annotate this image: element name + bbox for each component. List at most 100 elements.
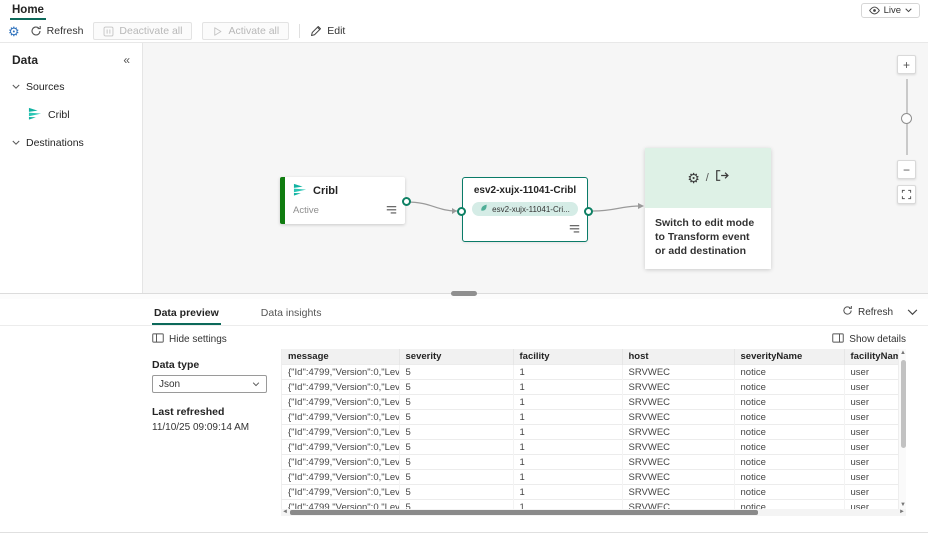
tree-item-destinations[interactable]: Destinations xyxy=(12,137,130,149)
pipeline-pill[interactable]: esv2-xujx-11041-Cri... xyxy=(472,202,578,216)
cribl-logo-icon xyxy=(293,183,307,199)
table-row[interactable]: {"Id":4799,"Version":0,"Level":0,"Tas51S… xyxy=(282,379,906,395)
vertical-scrollbar[interactable]: ▲ ▼ xyxy=(898,349,906,509)
table-row[interactable]: {"Id":4799,"Version":0,"Level":0,"Tas51S… xyxy=(282,499,906,509)
zoom-slider[interactable] xyxy=(900,79,912,155)
table-cell: SRVWEC xyxy=(622,409,735,425)
table-cell: SRVWEC xyxy=(622,499,735,509)
pipeline-pill-label: esv2-xujx-11041-Cri... xyxy=(492,204,570,214)
table-cell: 1 xyxy=(513,364,623,380)
last-refreshed-value: 11/10/25 09:09:14 AM xyxy=(152,422,250,433)
preview-settings-column: Hide settings Data type Json Last refres… xyxy=(152,326,281,532)
zoom-slider-handle[interactable] xyxy=(900,113,912,124)
source-node-status: Active xyxy=(293,204,319,216)
preview-table-body: {"Id":4799,"Version":0,"Level":0,"Tas51S… xyxy=(282,364,906,509)
activate-all-button[interactable]: Activate all xyxy=(202,22,290,40)
table-cell: 5 xyxy=(399,409,514,425)
scroll-right-arrow[interactable]: ► xyxy=(898,509,906,516)
app-window: Home Live ⚙ Refresh Deactivate all Activ… xyxy=(0,0,928,533)
tab-data-preview[interactable]: Data preview xyxy=(152,302,221,325)
deactivate-all-button[interactable]: Deactivate all xyxy=(93,22,193,40)
table-row[interactable]: {"Id":4799,"Version":0,"Level":0,"Tas51S… xyxy=(282,469,906,485)
edit-label: Edit xyxy=(327,25,346,37)
node-menu-icon[interactable] xyxy=(569,220,580,238)
table-cell: user xyxy=(844,379,906,395)
cribl-logo-icon xyxy=(28,107,42,123)
fit-to-screen-button[interactable] xyxy=(897,185,916,204)
splitter-grip[interactable] xyxy=(451,291,477,296)
table-cell: user xyxy=(844,469,906,485)
play-icon xyxy=(212,26,223,37)
table-cell: SRVWEC xyxy=(622,484,735,500)
table-cell: 1 xyxy=(513,379,623,395)
zoom-in-button[interactable]: + xyxy=(897,55,916,74)
output-port[interactable] xyxy=(402,197,411,206)
pause-icon xyxy=(103,26,114,37)
data-preview-panel: Data preview Data insights Refresh Hide … xyxy=(0,299,928,532)
edit-button[interactable]: Edit xyxy=(310,25,345,37)
horizontal-scroll-thumb[interactable] xyxy=(290,510,758,515)
refresh-button[interactable]: Refresh xyxy=(30,25,83,37)
data-type-select[interactable]: Json xyxy=(152,375,267,393)
column-header-severity[interactable]: severity xyxy=(399,349,514,365)
column-header-facilityName[interactable]: facilityName xyxy=(844,349,906,365)
preview-refresh-button[interactable]: Refresh xyxy=(842,305,893,319)
table-row[interactable]: {"Id":4799,"Version":0,"Level":0,"Tas51S… xyxy=(282,364,906,380)
horizontal-scrollbar[interactable]: ◄ ► xyxy=(281,509,906,516)
deactivate-all-label: Deactivate all xyxy=(119,25,183,37)
collapse-panel-chevron-icon[interactable] xyxy=(907,308,918,316)
hide-settings-label: Hide settings xyxy=(169,334,227,345)
tab-data-insights[interactable]: Data insights xyxy=(259,302,324,325)
table-row[interactable]: {"Id":4799,"Version":0,"Level":0,"Tas51S… xyxy=(282,424,906,440)
table-cell: {"Id":4799,"Version":0,"Level":0,"Tas xyxy=(282,379,400,395)
chevron-down-icon xyxy=(252,379,260,390)
table-cell: user xyxy=(844,424,906,440)
preview-table-viewport: message severity facility host severityName f… xyxy=(281,349,906,509)
table-cell: 5 xyxy=(399,439,514,455)
show-details-label: Show details xyxy=(849,334,906,345)
column-header-host[interactable]: host xyxy=(622,349,735,365)
scroll-down-arrow[interactable]: ▼ xyxy=(899,501,906,509)
scroll-left-arrow[interactable]: ◄ xyxy=(281,509,289,516)
table-cell: SRVWEC xyxy=(622,439,735,455)
connector-edges xyxy=(406,201,644,214)
collapse-sidebar-button[interactable]: « xyxy=(123,54,130,66)
tree-item-cribl-source[interactable]: Cribl xyxy=(28,107,130,123)
live-dropdown[interactable]: Live xyxy=(860,3,920,18)
table-cell: notice xyxy=(734,394,845,410)
hide-settings-button[interactable]: Hide settings xyxy=(152,333,281,346)
table-cell: 5 xyxy=(399,484,514,500)
data-type-label: Data type xyxy=(152,359,200,371)
table-cell: notice xyxy=(734,499,845,509)
scroll-up-arrow[interactable]: ▲ xyxy=(899,349,906,357)
vertical-scroll-thumb[interactable] xyxy=(900,360,906,448)
tab-home[interactable]: Home xyxy=(10,1,46,20)
slash-separator: / xyxy=(705,172,709,184)
tree-item-sources[interactable]: Sources xyxy=(12,81,130,93)
table-cell: 1 xyxy=(513,424,623,440)
settings-gear-button[interactable]: ⚙ xyxy=(8,25,20,38)
table-row[interactable]: {"Id":4799,"Version":0,"Level":0,"Tas51S… xyxy=(282,409,906,425)
node-menu-icon[interactable] xyxy=(386,201,397,219)
zoom-out-button[interactable]: − xyxy=(897,160,916,179)
top-tab-bar: Home Live xyxy=(0,0,928,20)
source-node-cribl[interactable]: Cribl Active xyxy=(280,177,411,224)
table-cell: {"Id":4799,"Version":0,"Level":0,"Tas xyxy=(282,364,400,380)
column-header-facility[interactable]: facility xyxy=(513,349,623,365)
table-row[interactable]: {"Id":4799,"Version":0,"Level":0,"Tas51S… xyxy=(282,439,906,455)
main-area: Data « Sources Cribl Destinations Cribl … xyxy=(0,43,928,293)
pipeline-node[interactable]: esv2-xujx-11041-Cribl esv2-xujx-11041-Cr… xyxy=(457,177,593,242)
table-row[interactable]: {"Id":4799,"Version":0,"Level":0,"Tas51S… xyxy=(282,484,906,500)
output-port[interactable] xyxy=(584,207,593,216)
table-row[interactable]: {"Id":4799,"Version":0,"Level":0,"Tas51S… xyxy=(282,394,906,410)
table-cell: notice xyxy=(734,364,845,380)
table-row[interactable]: {"Id":4799,"Version":0,"Level":0,"Tas51S… xyxy=(282,454,906,470)
column-header-message[interactable]: message xyxy=(282,349,400,365)
table-cell: {"Id":4799,"Version":0,"Level":0,"Tas xyxy=(282,484,400,500)
pipeline-canvas[interactable]: Cribl Active esv2-xujx-11041-Cribl esv2-… xyxy=(143,43,928,293)
table-cell: notice xyxy=(734,469,845,485)
input-port[interactable] xyxy=(457,207,466,216)
panel-toggle-icon xyxy=(152,333,164,346)
column-header-severityName[interactable]: severityName xyxy=(734,349,845,365)
show-details-button[interactable]: Show details xyxy=(832,333,906,346)
